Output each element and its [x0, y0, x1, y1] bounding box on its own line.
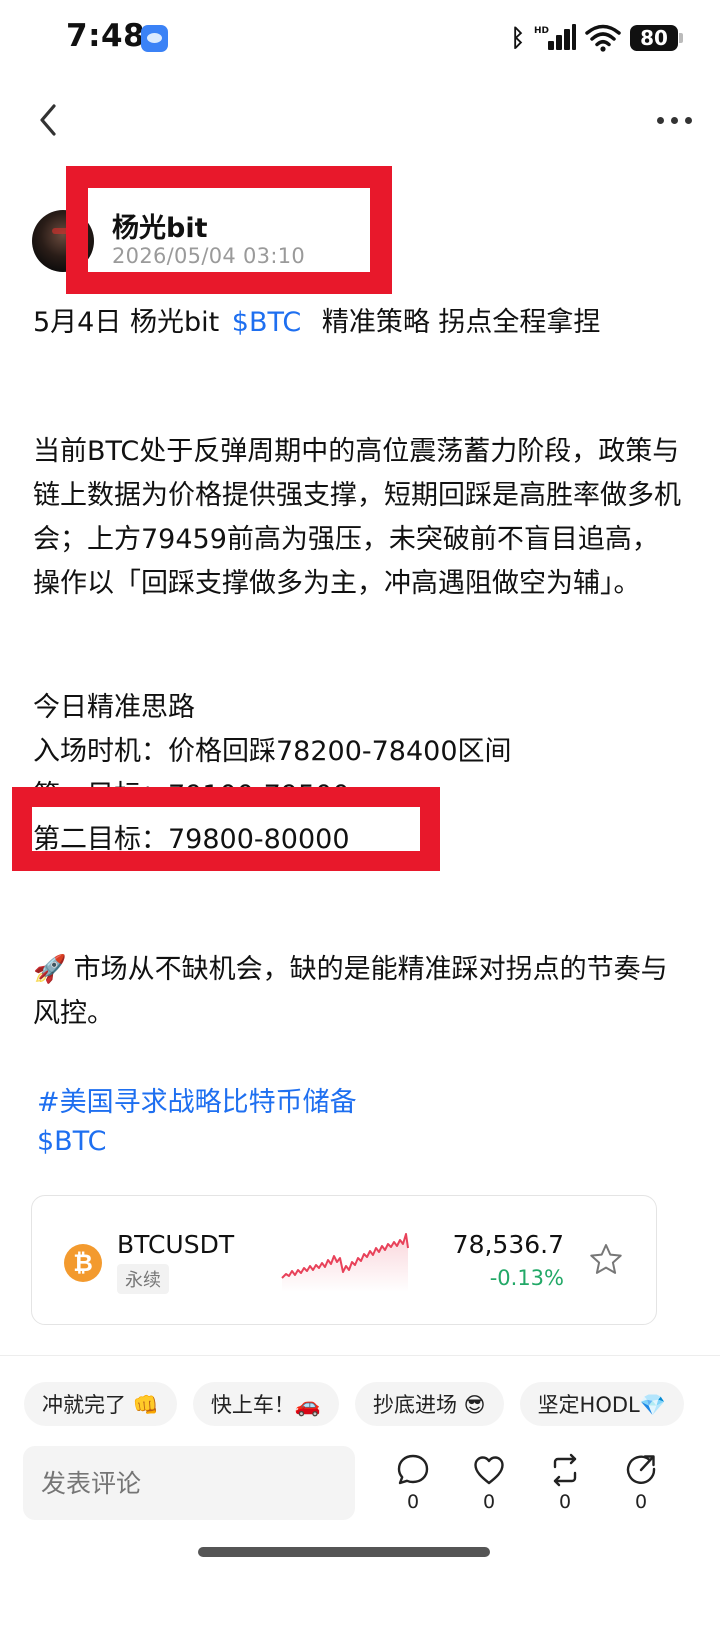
ticker-symbol: BTCUSDT — [117, 1230, 235, 1259]
reaction-chip[interactable]: 快上车！🚗 — [192, 1382, 339, 1426]
post-title: 5月4日 杨光bit $BTC 精准策略 拐点全程拿捏 — [33, 300, 600, 339]
repost-icon — [553, 1453, 577, 1487]
bitcoin-icon: ₿ — [64, 1244, 102, 1282]
reaction-chip[interactable]: 抄底进场 😎 — [354, 1382, 504, 1426]
reaction-chip[interactable]: 坚定HODL💎 — [519, 1382, 684, 1426]
cashtag-link[interactable]: $BTC — [37, 1126, 106, 1157]
closing-text: 🚀 市场从不缺机会，缺的是能精准踩对拐点的节奏与风控。 — [33, 948, 683, 1036]
comment-icon — [397, 1454, 429, 1485]
share-count: 0 — [634, 1491, 648, 1513]
title-cashtag-link[interactable]: $BTC — [232, 307, 301, 338]
comment-action[interactable]: 0 — [385, 1453, 441, 1513]
bluetooth-icon: ᛒ — [510, 24, 525, 52]
status-icons: ᛒ HD 80 — [510, 22, 683, 54]
comment-count: 0 — [406, 1491, 420, 1513]
favorite-star-icon[interactable] — [588, 1242, 624, 1278]
quick-reactions: 冲就完了 👊 快上车！🚗 抄底进场 😎 坚定HODL💎 — [24, 1382, 720, 1428]
rocket-icon: 🚀 — [33, 954, 67, 985]
app-notification-icon — [141, 25, 168, 52]
status-time: 7:48 — [66, 18, 146, 54]
hashtag-link[interactable]: #美国寻求战略比特币储备 — [37, 1080, 357, 1119]
comment-input[interactable] — [23, 1446, 355, 1520]
more-options-icon[interactable] — [652, 108, 696, 132]
like-action[interactable]: 0 — [461, 1453, 517, 1513]
post-paragraph: 当前BTC处于反弹周期中的高位震荡蓄力阶段，政策与链上数据为价格提供强支撑，短期… — [33, 436, 681, 599]
repost-action[interactable]: 0 — [537, 1453, 593, 1513]
back-icon[interactable] — [30, 98, 70, 142]
signal-icon: HD — [534, 24, 576, 52]
divider — [0, 1355, 720, 1356]
ticker-change: -0.13% — [489, 1266, 564, 1290]
heart-icon — [474, 1456, 504, 1485]
post-body: 当前BTC处于反弹周期中的高位震荡蓄力阶段，政策与链上数据为价格提供强支撑，短期… — [33, 430, 683, 606]
highlight-box — [12, 787, 440, 871]
ticker-card[interactable]: ₿ BTCUSDT 永续 78,536.7 -0.13% — [31, 1195, 657, 1325]
entry-line: 入场时机：价格回踩78200-78400区间 — [33, 736, 512, 767]
status-bar: 7:48 ᛒ HD 80 — [0, 0, 720, 80]
repost-count: 0 — [558, 1491, 572, 1513]
closing-line: 市场从不缺机会，缺的是能精准踩对拐点的节奏与风控。 — [33, 954, 668, 1029]
strategy-heading: 今日精准思路 — [33, 692, 195, 723]
title-suffix: 精准策略 拐点全程拿捏 — [321, 307, 601, 338]
share-action[interactable]: 0 — [613, 1453, 669, 1513]
like-count: 0 — [482, 1491, 496, 1513]
title-prefix: 5月4日 杨光bit — [33, 307, 220, 338]
wifi-icon — [585, 24, 621, 52]
home-indicator[interactable] — [198, 1547, 490, 1557]
contract-type-tag: 永续 — [117, 1264, 169, 1294]
share-icon — [626, 1455, 656, 1484]
price-sparkline — [281, 1233, 409, 1292]
reaction-chip[interactable]: 冲就完了 👊 — [24, 1382, 177, 1426]
ticker-price: 78,536.7 — [452, 1230, 564, 1259]
highlight-box — [66, 166, 392, 294]
battery-icon: 80 — [630, 25, 683, 51]
